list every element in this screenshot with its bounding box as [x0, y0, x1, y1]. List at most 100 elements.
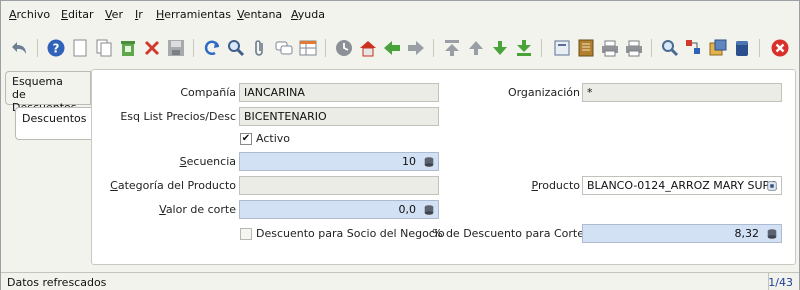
zoom-across-button[interactable] [659, 37, 681, 59]
organization-field[interactable]: * [582, 83, 782, 102]
product-category-field[interactable] [239, 176, 439, 195]
calculator-button[interactable] [421, 154, 436, 169]
help-icon: ? [47, 39, 65, 57]
record-count[interactable]: 1/43 [768, 276, 793, 289]
archive-button[interactable] [575, 37, 597, 59]
grid-toggle-button[interactable] [297, 37, 319, 59]
parent-record-button[interactable] [381, 37, 403, 59]
delete-record-button[interactable] [117, 37, 139, 59]
detail-record-button[interactable] [405, 37, 427, 59]
refresh-button[interactable] [201, 37, 223, 59]
workflow-button[interactable] [707, 37, 729, 59]
help-button[interactable]: ? [45, 37, 67, 59]
refresh-icon [204, 40, 220, 55]
break-discount-field[interactable]: 8,32 [582, 224, 782, 243]
exit-button[interactable] [769, 37, 791, 59]
product-category-label-text: ategoría del Producto [117, 179, 236, 192]
break-discount-label: % de Descuento para Corte [432, 227, 584, 240]
paperclip-icon [255, 40, 263, 56]
product-info-button[interactable] [731, 37, 753, 59]
record-form: Compañía IANCARINA Organización * Esq Li… [91, 69, 796, 265]
break-value-field[interactable]: 0,0 [239, 200, 439, 219]
trash-icon [121, 41, 135, 56]
product-field[interactable]: BLANCO-0124_ARROZ MARY SUP.1 [582, 176, 782, 195]
active-label: Activo [256, 132, 290, 145]
menu-editar-mnemonic: E [61, 8, 68, 21]
price-list-schema-field[interactable]: BICENTENARIO [239, 107, 439, 126]
menu-archivo[interactable]: Archivo [9, 8, 50, 21]
attachment-button[interactable] [249, 37, 271, 59]
chat-button[interactable] [273, 37, 295, 59]
request-button[interactable] [683, 37, 705, 59]
product-search-button[interactable] [764, 178, 779, 193]
first-record-button[interactable] [441, 37, 463, 59]
arrow-right-icon [408, 41, 424, 55]
sequence-value: 10 [402, 155, 416, 168]
find-button[interactable] [225, 37, 247, 59]
calculator-icon [767, 228, 776, 239]
menu-ventana[interactable]: Ventana [237, 8, 282, 21]
new-document-icon [73, 39, 87, 57]
tab-descuentos-label: Descuentos [22, 112, 87, 125]
new-record-button[interactable] [69, 37, 91, 59]
report-button[interactable] [551, 37, 573, 59]
menu-ver-label: er [111, 8, 123, 21]
menu-ayuda-label: yuda [297, 8, 325, 21]
chat-icon [275, 41, 293, 55]
close-icon [771, 39, 789, 57]
break-value-label-mnemonic: V [159, 203, 166, 216]
tab-esquema-de-descuentos[interactable]: Esquema de Descuentos [5, 71, 91, 114]
active-checkbox[interactable]: ✔ [240, 133, 252, 145]
toolbar-separator [759, 39, 760, 57]
sequence-label-mnemonic: S [179, 155, 187, 168]
svg-text:?: ? [53, 42, 60, 56]
break-discount-value: 8,32 [734, 227, 760, 240]
home-button[interactable] [357, 37, 379, 59]
organization-label: Organización [507, 86, 580, 99]
copy-icon [96, 39, 112, 57]
save-icon [168, 40, 184, 56]
undo-icon [12, 42, 26, 54]
menu-ver[interactable]: Ver [105, 8, 123, 21]
bp-discount-checkbox[interactable] [240, 228, 252, 240]
menu-ayuda[interactable]: Ayuda [291, 8, 325, 21]
sequence-field[interactable]: 10 [239, 152, 439, 171]
calculator-icon [424, 204, 433, 215]
database-icon [736, 41, 748, 56]
search-icon [766, 180, 777, 191]
menu-editar[interactable]: Editar [61, 8, 94, 21]
delete-selection-button[interactable] [141, 37, 163, 59]
copy-record-button[interactable] [93, 37, 115, 59]
break-value-value: 0,0 [398, 203, 417, 216]
menu-ver-mnemonic: V [105, 8, 112, 21]
toolbar-separator [541, 39, 542, 57]
history-icon [336, 40, 352, 56]
menu-ir-label: r [138, 8, 143, 21]
app-window: Archivo Editar Ver Ir Herramientas Venta… [0, 0, 800, 290]
menu-ventana-mnemonic: V [237, 8, 244, 21]
menu-ir[interactable]: Ir [135, 8, 143, 21]
history-button[interactable] [333, 37, 355, 59]
print-preview-button[interactable] [599, 37, 621, 59]
last-record-button[interactable] [513, 37, 535, 59]
tab-descuentos[interactable]: Descuentos [15, 107, 91, 140]
company-field[interactable]: IANCARINA [239, 83, 439, 102]
next-record-button[interactable] [489, 37, 511, 59]
printer-icon [626, 40, 642, 57]
arrow-up-icon [469, 41, 483, 55]
company-label: Compañía [180, 86, 236, 99]
sequence-label: Secuencia [92, 155, 236, 168]
report-icon [554, 40, 570, 56]
save-button[interactable] [165, 37, 187, 59]
calculator-button[interactable] [421, 202, 436, 217]
print-button[interactable] [623, 37, 645, 59]
menu-bar: Archivo Editar Ver Ir Herramientas Venta… [1, 1, 799, 29]
calculator-button[interactable] [764, 226, 779, 241]
previous-record-button[interactable] [465, 37, 487, 59]
bp-discount-label: Descuento para Socio del Negocio [256, 227, 445, 240]
undo-button[interactable] [9, 37, 31, 59]
toolbar-separator [651, 39, 652, 57]
tab-esquema-line1: Esquema [12, 75, 63, 88]
request-icon [686, 40, 700, 54]
menu-herramientas[interactable]: Herramientas [156, 8, 231, 21]
